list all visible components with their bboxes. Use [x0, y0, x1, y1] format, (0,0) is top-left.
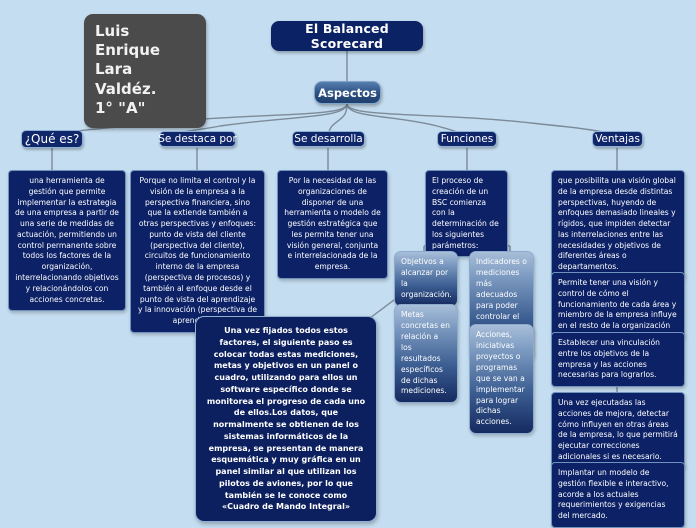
branch-label-funciones[interactable]: Funciones [437, 131, 497, 147]
hub-node-aspectos[interactable]: Aspectos [314, 81, 381, 104]
card-funciones-1: El proceso de creación de un BSC comienz… [425, 170, 508, 258]
mindmap-canvas: Luis Enrique Lara Valdéz. 1° "A" El Bala… [0, 0, 696, 528]
author-plaque: Luis Enrique Lara Valdéz. 1° "A" [84, 14, 206, 128]
card-ventajas-3: Establecer una vinculación entre los obj… [551, 332, 685, 388]
card-ventajas-2: Permite tener una visión y control de có… [551, 272, 685, 338]
card-se-desarrolla-1: Por la necesidad de las organizaciones d… [277, 170, 388, 280]
root-node[interactable]: El Balanced Scorecard [271, 21, 423, 51]
branch-label-se-destaca-por[interactable]: Se destaca por [158, 131, 237, 147]
author-surname: Lara Valdéz. [95, 60, 157, 98]
branch-label-que-es[interactable]: ¿Qué es? [21, 130, 83, 148]
card-que-es-1: una herramienta de gestión que permite i… [8, 170, 126, 312]
author-group: 1° "A" [95, 98, 146, 117]
branch-label-se-desarrolla[interactable]: Se desarrolla [292, 131, 365, 147]
card-ventajas-4: Una vez ejecutadas las acciones de mejor… [551, 392, 685, 469]
card-ventajas-1: que posibilita una visión global de la e… [551, 170, 685, 280]
subcard-funciones-metas: Metas concretas en relación a los result… [394, 304, 458, 404]
subcard-funciones-objetivos: Objetivos a alcanzar por la organización… [394, 251, 458, 307]
card-se-destaca-1: Porque no limita el control y la visión … [130, 170, 265, 333]
card-ventajas-5: Implantar un modelo de gestión flexible … [551, 462, 685, 528]
subcard-funciones-acciones: Acciones, iniciativas proyectos o progra… [469, 324, 534, 435]
author-name: Luis Enrique [95, 22, 161, 60]
branch-label-ventajas[interactable]: Ventajas [592, 131, 643, 147]
summary-card: Una vez fijados todos estos factores, el… [195, 316, 377, 522]
